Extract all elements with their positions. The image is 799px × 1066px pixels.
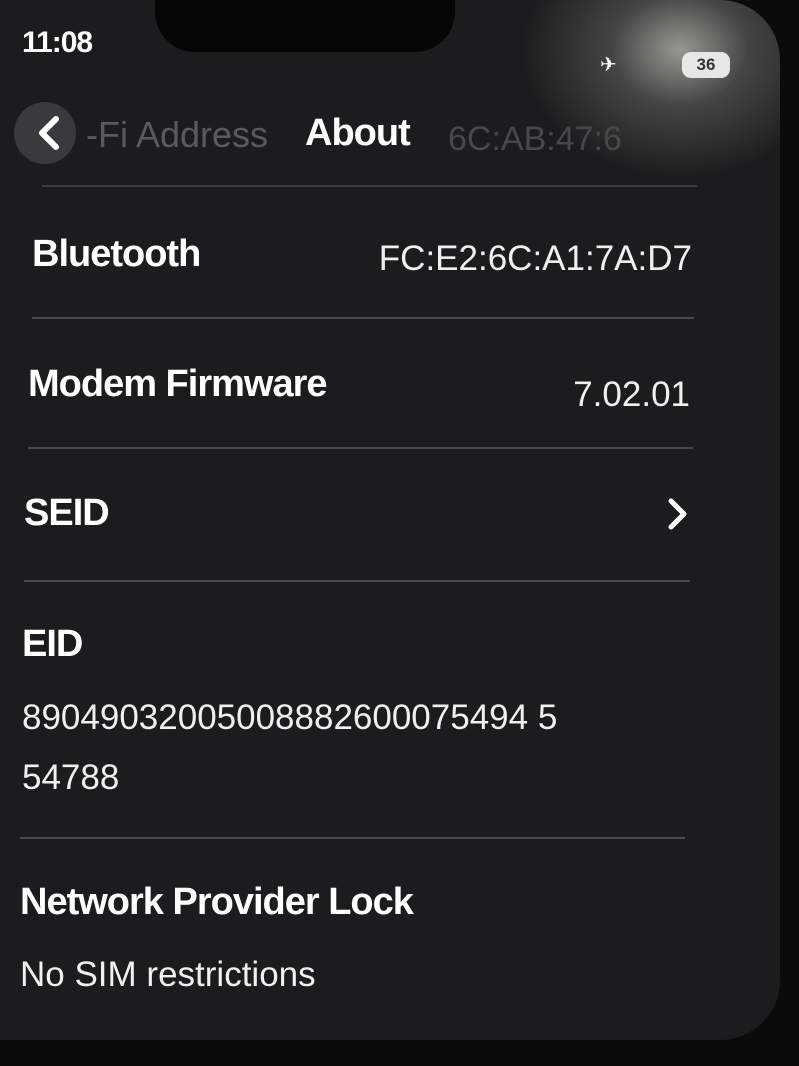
back-button[interactable]	[14, 102, 76, 164]
chevron-right-icon	[668, 498, 687, 530]
list-item-seid[interactable]: SEID	[0, 447, 780, 575]
divider	[24, 580, 690, 582]
divider	[42, 185, 697, 187]
bluetooth-value: FC:E2:6C:A1:7A:D7	[378, 239, 692, 278]
status-bar: 11:08 ✈ 36	[0, 0, 780, 80]
modem-firmware-value: 7.02.01	[573, 375, 690, 414]
settings-screen: 11:08 ✈ 36 -Fi Address 6C:AB:47:6 About …	[0, 0, 780, 1040]
airplane-icon: ✈	[600, 54, 617, 76]
previous-value-ghost: 6C:AB:47:6	[448, 120, 622, 158]
modem-firmware-label: Modem Firmware	[28, 363, 328, 405]
bluetooth-label: Bluetooth	[32, 233, 201, 275]
status-icons: ✈ 36	[600, 52, 750, 82]
page-title: About	[305, 112, 411, 154]
divider	[20, 837, 685, 839]
divider	[32, 317, 694, 319]
navigation-bar: -Fi Address 6C:AB:47:6 About	[0, 92, 780, 182]
seid-label: SEID	[24, 492, 110, 534]
network-provider-lock-label: Network Provider Lock	[20, 881, 414, 923]
previous-title-ghost: -Fi Address	[86, 114, 269, 155]
eid-label: EID	[22, 623, 83, 665]
battery-icon: 36	[682, 52, 730, 78]
network-provider-lock-value: No SIM restrictions	[20, 955, 316, 994]
status-time: 11:08	[22, 26, 93, 59]
chevron-left-icon	[39, 116, 59, 150]
eid-value-line2: 54788	[22, 758, 120, 797]
